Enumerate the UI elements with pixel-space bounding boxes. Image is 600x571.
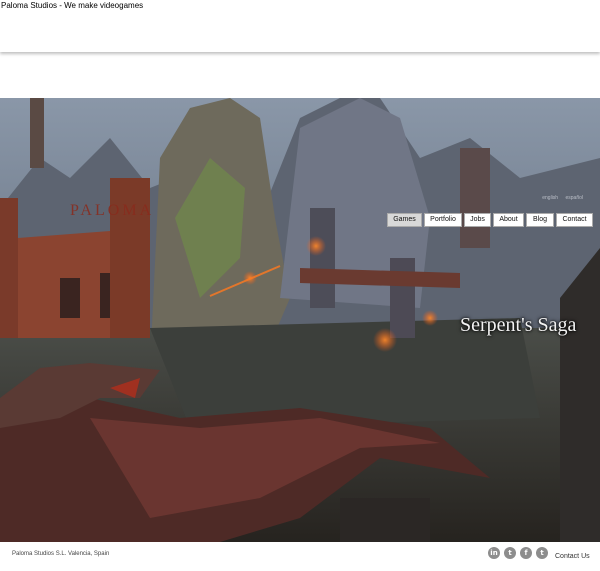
main-nav: Games Portfolio Jobs About Blog Contact xyxy=(387,213,593,227)
linkedin-icon[interactable]: in xyxy=(488,547,500,559)
social-links: in t f t xyxy=(488,547,548,559)
footer: Paloma Studios S.L. Valencia, Spain in t… xyxy=(0,542,600,571)
nav-about[interactable]: About xyxy=(493,213,524,227)
top-bar: Paloma Studios - We make videogames xyxy=(0,0,600,52)
language-switcher: english español xyxy=(539,195,586,201)
nav-portfolio[interactable]: Portfolio xyxy=(424,213,462,227)
nav-blog[interactable]: Blog xyxy=(526,213,554,227)
facebook-icon[interactable]: f xyxy=(520,547,532,559)
nav-contact[interactable]: Contact xyxy=(556,213,593,227)
lang-english[interactable]: english xyxy=(542,195,558,201)
game-title[interactable]: Serpent's Saga xyxy=(460,314,576,337)
nav-games[interactable]: Games xyxy=(387,213,422,227)
page-title: Paloma Studios - We make videogames xyxy=(1,1,144,10)
contact-us-link[interactable]: Contact Us xyxy=(555,553,590,560)
nav-jobs[interactable]: Jobs xyxy=(464,213,491,227)
twitter-icon[interactable]: t xyxy=(504,547,516,559)
lang-spanish[interactable]: español xyxy=(565,195,583,201)
tumblr-icon[interactable]: t xyxy=(536,547,548,559)
company-address: Paloma Studios S.L. Valencia, Spain xyxy=(12,551,110,557)
hero-banner: PALOMA english español Games Portfolio J… xyxy=(0,98,600,542)
studio-logo: PALOMA xyxy=(70,202,155,219)
